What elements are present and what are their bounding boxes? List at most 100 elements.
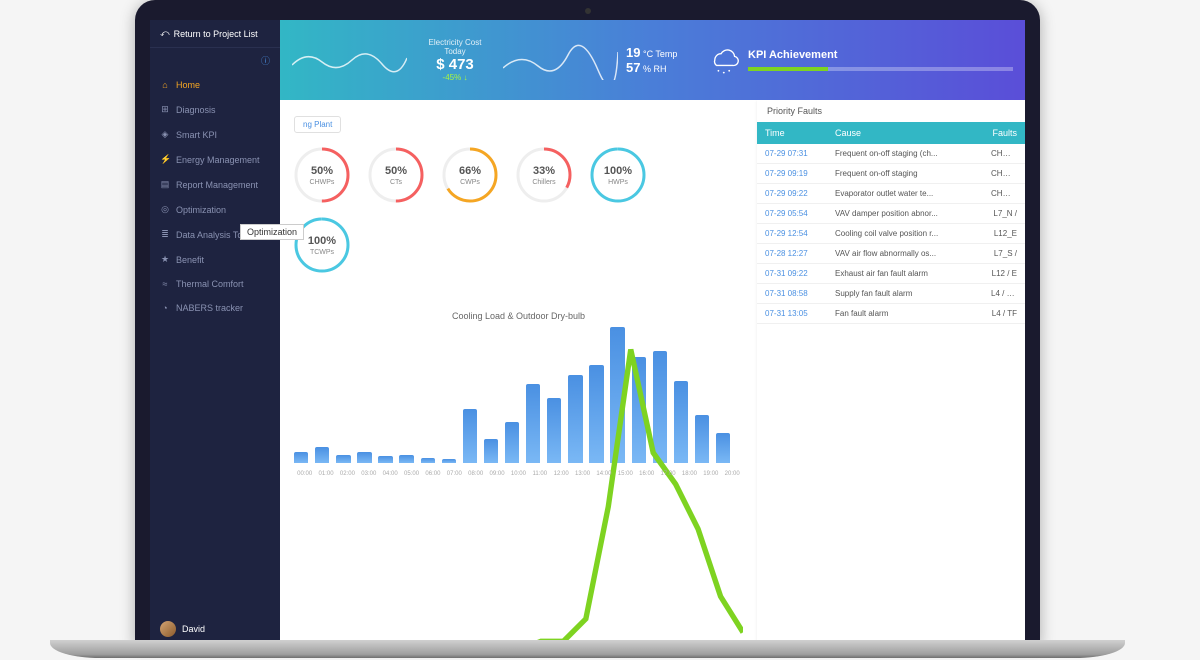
nav-icon: ≣ (160, 229, 170, 240)
nav-label: Benefit (176, 255, 204, 265)
priority-faults-title: Priority Faults (757, 100, 1025, 122)
fault-id: L12 / E (983, 264, 1025, 283)
return-label: Return to Project List (174, 29, 258, 39)
sidebar-item-report-management[interactable]: ▤ Report Management (150, 172, 280, 197)
cost-delta: -45% ↓ (415, 73, 495, 82)
priority-row[interactable]: 07-31 08:58Supply fan fault alarmL4 / SA (757, 284, 1025, 304)
kpi-achievement-block: KPI Achievement (748, 49, 1013, 71)
priority-row[interactable]: 07-29 09:19Frequent on-off stagingCHW F (757, 164, 1025, 184)
x-tick: 01:00 (315, 471, 336, 477)
priority-row[interactable]: 07-29 09:22Evaporator outlet water te...… (757, 184, 1025, 204)
gauge-chwps: 50%CHWPs (294, 147, 350, 203)
avatar (160, 621, 176, 637)
fault-id: L4 / SA (983, 284, 1025, 303)
main-content: Electricity Cost Today $ 473 -45% ↓ 19 °… (280, 20, 1025, 645)
kpi-label: KPI Achievement (748, 49, 1013, 61)
cost-value: $ 473 (415, 56, 495, 73)
nav-icon: ▤ (160, 179, 170, 190)
nav-icon: ⊞ (160, 104, 170, 115)
sidebar-item-benefit[interactable]: ★ Benefit (150, 247, 280, 272)
priority-row[interactable]: 07-31 09:22Exhaust air fan fault alarmL1… (757, 264, 1025, 284)
fault-cause: Fan fault alarm (827, 304, 983, 323)
fault-cause: VAV air flow abnormally os... (827, 244, 983, 263)
chart-title: Cooling Load & Outdoor Dry-bulb (294, 311, 743, 321)
plant-card: ng Plant 50%CHWPs50%CTs66%CWPs33%Chiller… (280, 100, 757, 301)
nav-label: NABERS tracker (176, 303, 243, 313)
x-tick: 17:00 (657, 471, 678, 477)
fault-cause: Exhaust air fan fault alarm (827, 264, 983, 283)
sparkline-left (292, 40, 407, 80)
sidebar-item-energy-management[interactable]: ⚡ Energy Management (150, 147, 280, 172)
nav-label: Energy Management (176, 155, 260, 165)
sidebar-item-smart-kpi[interactable]: ◈Smart KPI (150, 122, 280, 147)
fault-cause: VAV damper position abnor... (827, 204, 983, 223)
gauge-cwps: 66%CWPs (442, 147, 498, 203)
nav-label: Optimization (176, 205, 226, 215)
priority-row[interactable]: 07-31 13:05Fan fault alarmL4 / TF (757, 304, 1025, 324)
priority-row[interactable]: 07-29 07:31Frequent on-off staging (ch..… (757, 144, 1025, 164)
fault-id: CHW F (983, 144, 1025, 163)
fault-time: 07-28 12:27 (757, 244, 827, 263)
nav-icon: ◔ (160, 303, 170, 313)
x-tick: 18:00 (679, 471, 700, 477)
fault-time: 07-29 05:54 (757, 204, 827, 223)
sidebar-item-nabers-tracker[interactable]: ◔ NABERS tracker (150, 296, 280, 320)
x-tick: 12:00 (551, 471, 572, 477)
fault-id: L7_S / (983, 244, 1025, 263)
priority-row[interactable]: 07-28 12:27VAV air flow abnormally os...… (757, 244, 1025, 264)
plant-tab[interactable]: ng Plant (294, 116, 341, 133)
x-tick: 16:00 (636, 471, 657, 477)
nav-icon: ≈ (160, 279, 170, 289)
nav-icon: ★ (160, 254, 170, 265)
x-tick: 13:00 (572, 471, 593, 477)
gauge-hwps: 100%HWPs (590, 147, 646, 203)
laptop-camera (585, 8, 591, 14)
electricity-cost-block: Electricity Cost Today $ 473 -45% ↓ (415, 38, 495, 82)
sparkline-right (503, 40, 618, 80)
x-tick: 11:00 (529, 471, 550, 477)
cost-label-2: Today (415, 47, 495, 56)
x-tick: 19:00 (700, 471, 721, 477)
col-header-cause: Cause (827, 122, 983, 144)
dry-bulb-line (294, 327, 743, 645)
fault-time: 07-31 09:22 (757, 264, 827, 283)
back-arrow-icon: ⤺ (160, 28, 170, 39)
priority-row[interactable]: 07-29 05:54VAV damper position abnor...L… (757, 204, 1025, 224)
sidebar-item-optimization[interactable]: ◎Optimization (150, 197, 280, 222)
col-header-time: Time (757, 122, 827, 144)
return-to-project-list[interactable]: ⤺ Return to Project List (150, 20, 280, 48)
x-tick: 02:00 (337, 471, 358, 477)
nav-label: Home (176, 80, 200, 90)
x-tick: 20:00 (722, 471, 743, 477)
sidebar-item-diagnosis[interactable]: ⊞ Diagnosis (150, 97, 280, 122)
x-tick: 14:00 (593, 471, 614, 477)
x-tick: 06:00 (422, 471, 443, 477)
info-icon[interactable]: ⓘ (261, 56, 270, 66)
kpi-progress-bar (748, 67, 1013, 71)
nav-label: Data Analysis Tool (176, 230, 249, 240)
x-tick: 07:00 (444, 471, 465, 477)
priority-table-header: Time Cause Faults (757, 122, 1025, 144)
weather-block: 19 °C Temp 57 % RH (626, 45, 696, 75)
fault-time: 07-29 12:54 (757, 224, 827, 243)
fault-id: CHW C (983, 184, 1025, 203)
nav-label: Report Management (176, 180, 258, 190)
fault-cause: Evaporator outlet water te... (827, 184, 983, 203)
x-tick: 09:00 (486, 471, 507, 477)
nav-icon: ⌂ (160, 80, 170, 90)
col-header-faults: Faults (983, 122, 1025, 144)
cost-label-1: Electricity Cost (415, 38, 495, 47)
x-tick: 05:00 (401, 471, 422, 477)
fault-time: 07-29 09:22 (757, 184, 827, 203)
laptop-base (50, 640, 1125, 658)
fault-id: L4 / TF (983, 304, 1025, 323)
gauge-chillers: 33%Chillers (516, 147, 572, 203)
sidebar-item-thermal-comfort[interactable]: ≈ Thermal Comfort (150, 272, 280, 296)
weather-rain-icon (704, 42, 740, 78)
priority-row[interactable]: 07-29 12:54Cooling coil valve position r… (757, 224, 1025, 244)
nav-label: Thermal Comfort (176, 279, 244, 289)
sidebar-item-home[interactable]: ⌂ Home (150, 73, 280, 97)
header-bar: Electricity Cost Today $ 473 -45% ↓ 19 °… (280, 20, 1025, 100)
nav-label: Diagnosis (176, 105, 216, 115)
nav-icon: ⚡ (160, 154, 170, 165)
